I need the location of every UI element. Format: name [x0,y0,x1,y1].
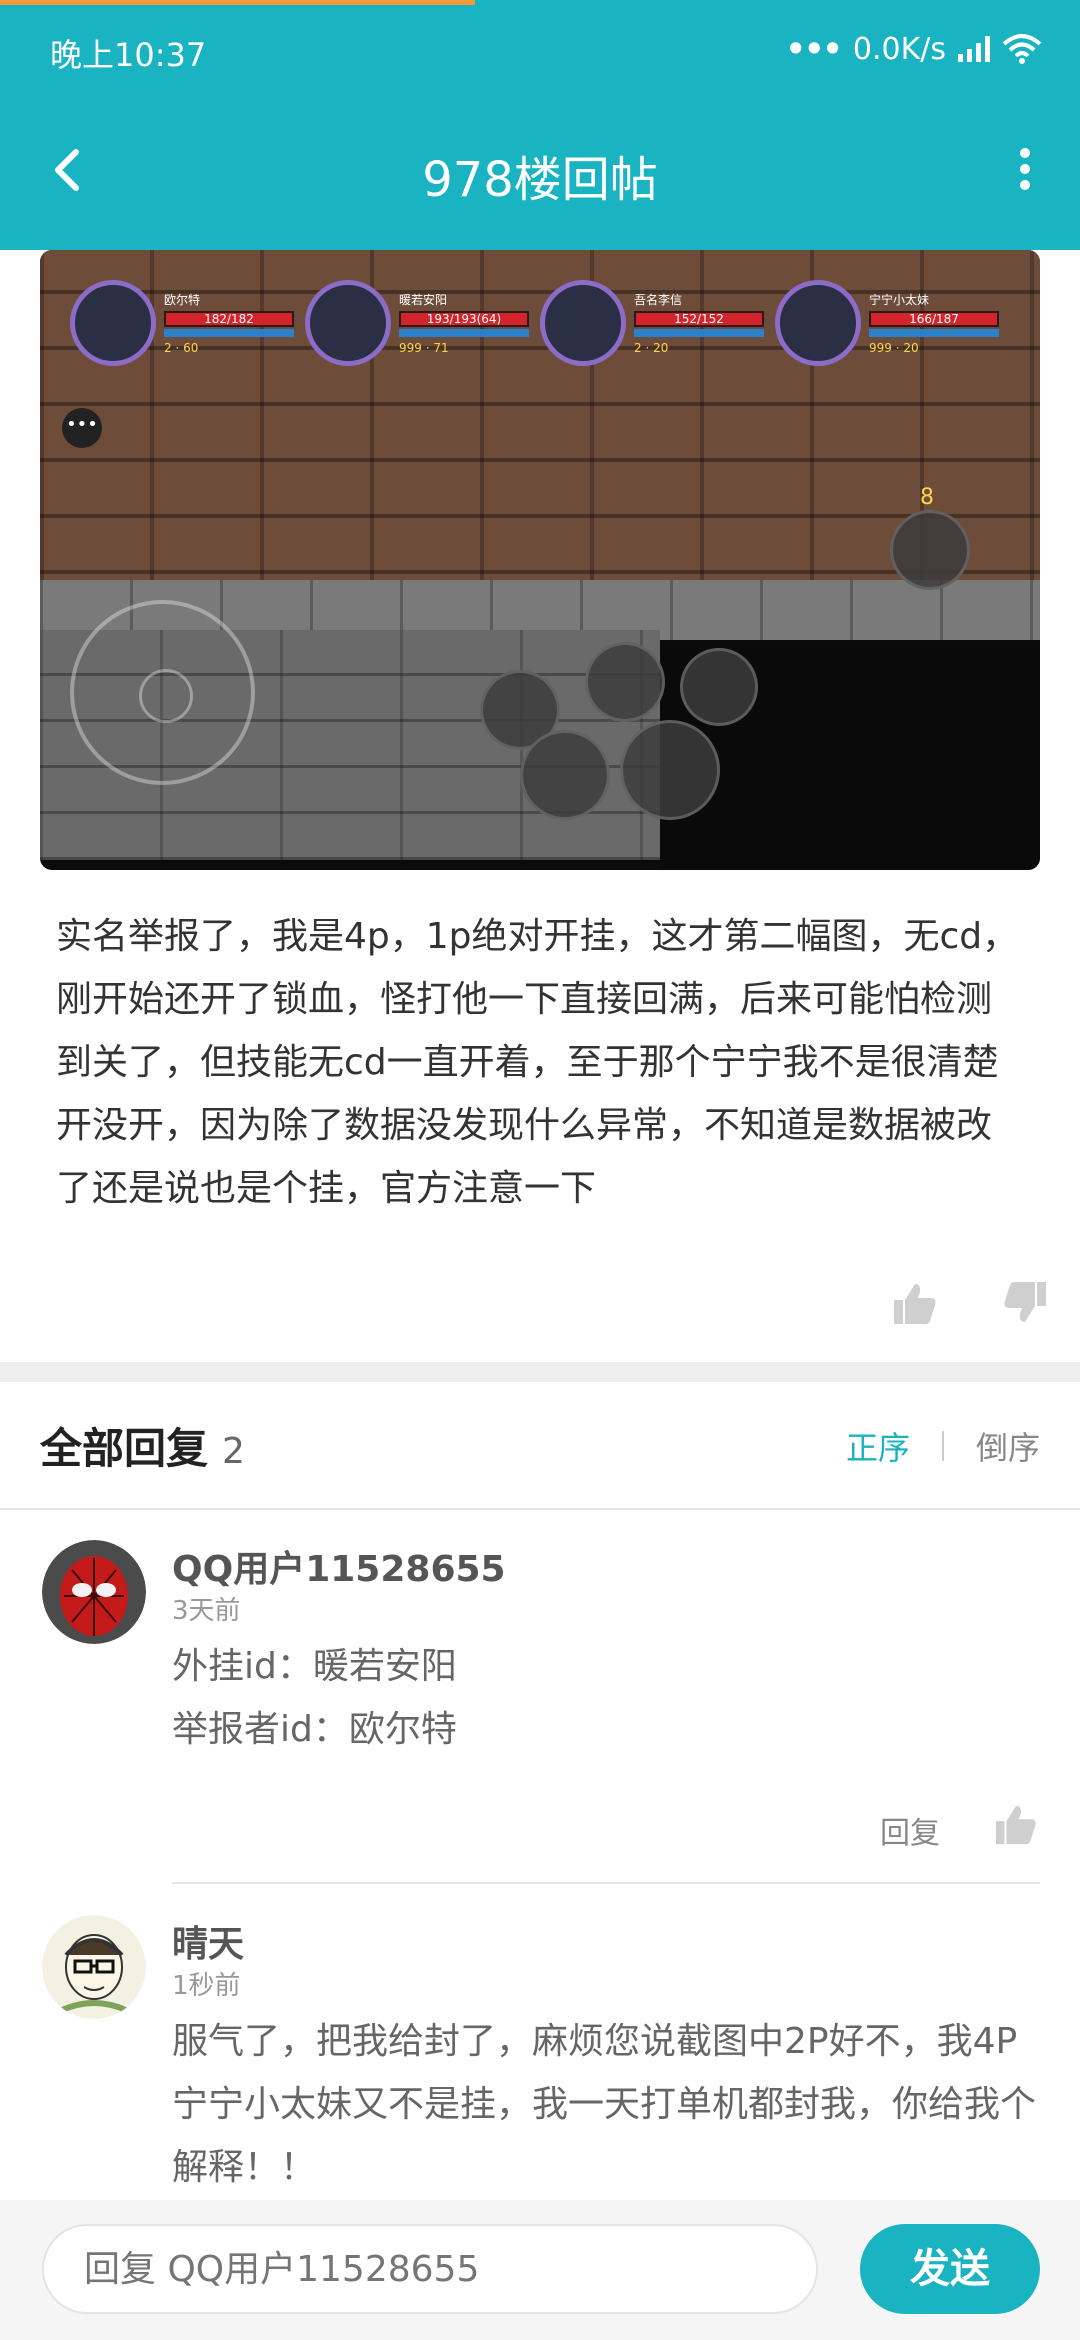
divider [0,1508,1080,1510]
player-avatar [305,280,391,366]
player-hud-3: 吾名李信 152/152 2 · 20 [540,280,764,366]
player-hud-4: 宁宁小太妹 166/187 999 · 20 [775,280,999,366]
clock: 晚上10:37 [50,36,207,74]
chat-icon: ••• [62,408,102,448]
send-button[interactable]: 发送 [860,2224,1040,2314]
reply-item: QQ用户11528655 3天前 外挂id：暖若安阳 举报者id：欧尔特 回复 [0,1540,1080,1870]
divider [172,1882,1040,1884]
page-title: 978楼回帖 [422,152,658,208]
reply-input[interactable] [42,2224,818,2314]
player-avatar [775,280,861,366]
sort-toggle: 正序 倒序 [846,1423,1040,1469]
replies-header: 全部回复 2 正序 倒序 [40,1415,1040,1475]
status-icons: ••• 0.0K/s [786,30,1042,68]
thumb-down-icon[interactable] [1000,1280,1050,1326]
reply-button[interactable]: 回复 [880,1808,940,1852]
sp-button-icon [585,642,665,722]
player-hud-2: 暖若安阳 193/193(64) 999 · 71 [305,280,529,366]
player-hud-1: 欧尔特 182/182 2 · 60 [70,280,294,366]
thumb-up-icon[interactable] [890,1280,940,1326]
reply-time: 1秒前 [172,1971,241,2001]
section-separator [0,1362,1080,1382]
player-avatar [540,280,626,366]
sort-descending-button[interactable]: 倒序 [976,1423,1040,1469]
top-bar: 晚上10:37 ••• 0.0K/s 978楼回帖 [0,0,1080,250]
notification-dots: ••• [785,30,843,68]
signal-icon [958,36,990,62]
reply-time: 3天前 [172,1596,241,1626]
sort-divider [941,1431,944,1461]
thumb-up-icon[interactable] [992,1802,1040,1846]
post-content: 实名举报了，我是4p，1p绝对开挂，这才第二幅图，无cd，刚开始还开了锁血，怪打… [56,916,1019,1209]
avatar[interactable] [42,1915,146,2019]
reply-body: 服气了，把我给封了，麻烦您说截图中2P好不，我4P宁宁小太妹又不是挂，我一天打单… [172,2021,1037,2188]
apple-item-icon [890,510,970,590]
replies-count: 2 [222,1431,245,1472]
attack-button-icon [620,720,720,820]
jump-button-icon [520,730,610,820]
special-button-icon [680,648,758,726]
post-image[interactable]: 欧尔特 182/182 2 · 60 暖若安阳 193/193(64) 999 … [40,250,1040,870]
status-bar: 晚上10:37 ••• 0.0K/s [0,24,1080,74]
network-speed: 0.0K/s [852,31,946,67]
reply-body: 外挂id：暖若安阳 举报者id：欧尔特 [172,1646,457,1750]
page-load-progress [0,0,475,5]
reply-username[interactable]: QQ用户11528655 [172,1540,506,1592]
nav-bar: 978楼回帖 [0,120,1080,230]
avatar[interactable] [42,1540,146,1644]
reply-username[interactable]: 晴天 [172,1915,244,1967]
sort-ascending-button[interactable]: 正序 [846,1423,910,1469]
more-vertical-icon[interactable] [1010,142,1040,202]
wifi-icon [1002,34,1042,64]
replies-title: 全部回复 [40,1424,209,1473]
reply-item: 晴天 1秒前 服气了，把我给封了，麻烦您说截图中2P好不，我4P宁宁小太妹又不是… [0,1915,1080,2205]
reply-composer: 发送 [0,2200,1080,2340]
player-avatar [70,280,156,366]
joystick [70,600,255,785]
item-count: 8 [920,485,934,510]
